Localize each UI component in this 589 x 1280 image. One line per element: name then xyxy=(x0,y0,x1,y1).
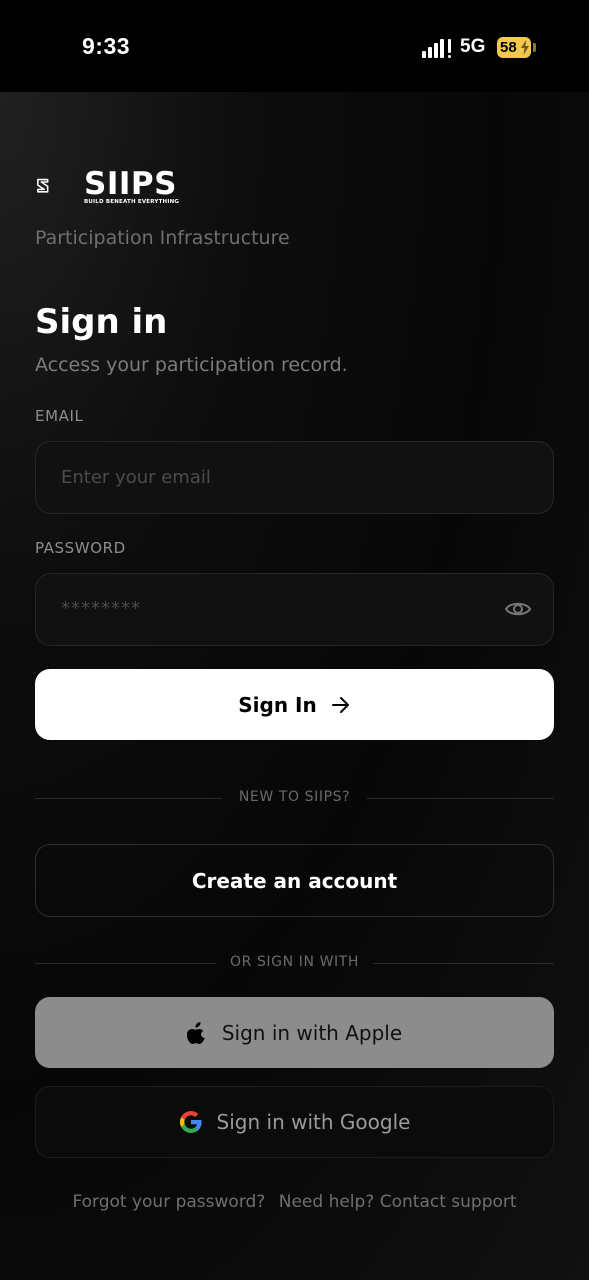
footer-links: Forgot your password? Need help? Contact… xyxy=(0,1192,589,1212)
create-account-button[interactable]: Create an account xyxy=(35,844,554,917)
password-field[interactable]: ******** xyxy=(35,573,554,646)
brand-subtitle: Participation Infrastructure xyxy=(35,227,290,249)
apple-icon xyxy=(186,1021,205,1044)
email-field[interactable]: Enter your email xyxy=(35,441,554,514)
google-signin-label: Sign in with Google xyxy=(216,1110,411,1134)
charging-bolt-icon xyxy=(521,40,529,55)
email-label: EMAIL xyxy=(35,407,84,425)
page-caption: Access your participation record. xyxy=(35,354,348,376)
network-type: 5G xyxy=(460,36,486,57)
social-signin-divider: OR SIGN IN WITH xyxy=(35,954,554,972)
forgot-password-link[interactable]: Forgot your password? xyxy=(72,1192,265,1212)
google-icon xyxy=(179,1111,202,1133)
new-to-siips-text: NEW TO SIIPS? xyxy=(238,789,351,805)
siips-logo-icon xyxy=(37,178,49,193)
social-signin-text: OR SIGN IN WITH xyxy=(229,954,360,970)
apple-signin-label: Sign in with Apple xyxy=(221,1020,403,1045)
new-to-siips-divider: NEW TO SIIPS? xyxy=(35,789,554,807)
signal-icon xyxy=(422,39,451,58)
battery-indicator: 58 xyxy=(497,37,531,58)
status-time: 9:33 xyxy=(82,33,131,59)
battery-level: 58 xyxy=(500,39,517,56)
google-signin-button[interactable]: Sign in with Google xyxy=(35,1086,554,1158)
show-password-eye-icon[interactable] xyxy=(505,599,531,619)
apple-signin-button[interactable]: Sign in with Apple xyxy=(35,997,554,1068)
page-title: Sign in xyxy=(35,302,168,342)
arrow-right-icon xyxy=(331,696,349,713)
password-value: ******** xyxy=(61,598,141,619)
brand-tagline: BUILD BENEATH EVERYTHING xyxy=(84,199,180,205)
sign-in-label: Sign In xyxy=(238,692,317,717)
contact-support-link[interactable]: Need help? Contact support xyxy=(279,1192,517,1212)
sign-in-button[interactable]: Sign In xyxy=(35,669,554,740)
status-bar: 9:33 5G 58 xyxy=(0,0,589,92)
create-account-label: Create an account xyxy=(191,868,398,893)
password-label: PASSWORD xyxy=(35,539,126,557)
battery-cap xyxy=(533,43,536,52)
brand-name: SIIPS xyxy=(84,166,177,202)
email-placeholder: Enter your email xyxy=(61,467,211,488)
